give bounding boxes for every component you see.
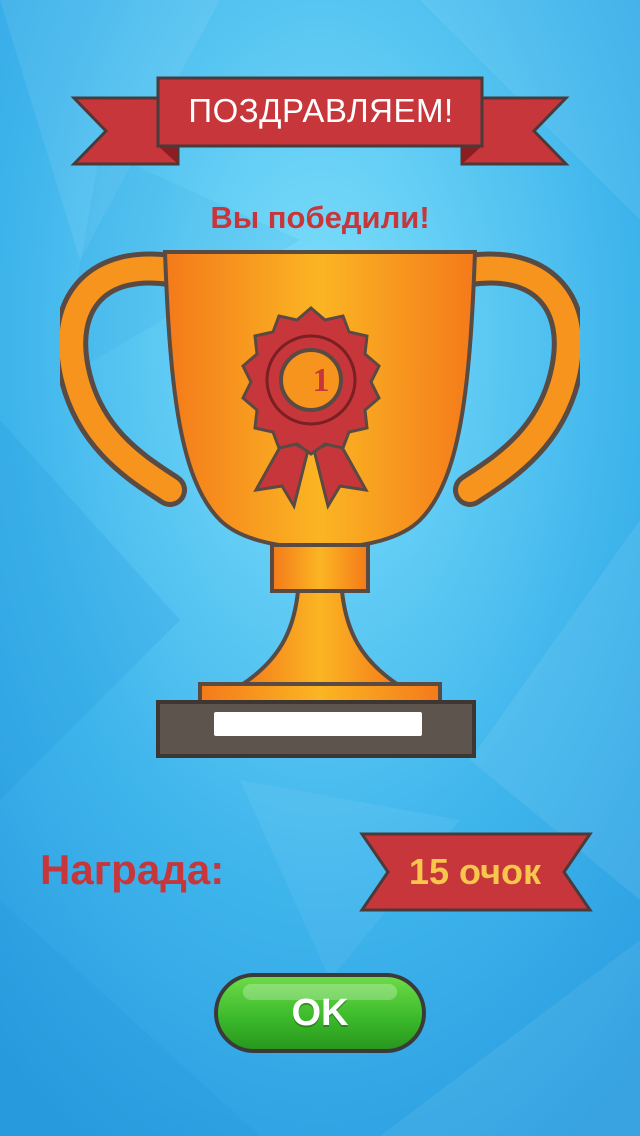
- ok-button-label: OK: [291, 991, 349, 1034]
- ok-button[interactable]: OK: [213, 972, 427, 1054]
- reward-value: 15 очок: [408, 851, 542, 892]
- reward-label: Награда:: [40, 846, 225, 893]
- medal-number: 1: [312, 362, 330, 399]
- victory-subtitle: Вы победили!: [210, 200, 430, 235]
- banner-title: ПОЗДРАВЛЯЕМ!: [188, 92, 454, 129]
- trophy-plaque: [214, 712, 422, 736]
